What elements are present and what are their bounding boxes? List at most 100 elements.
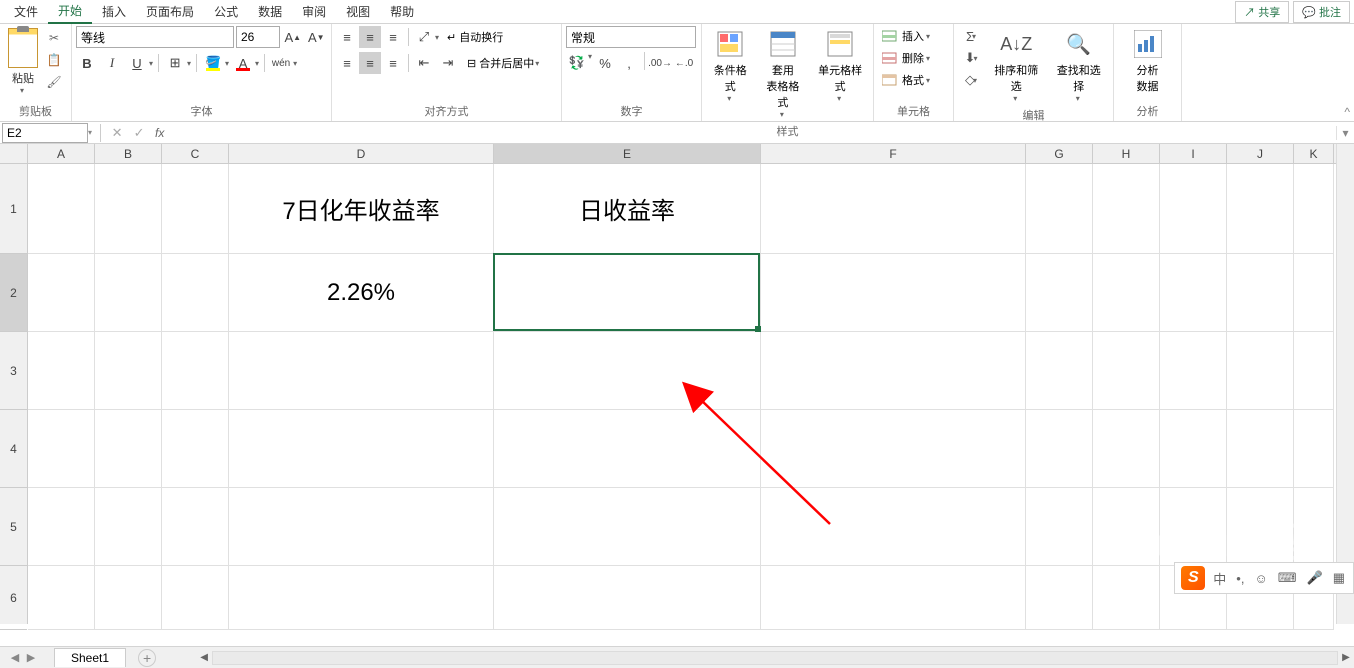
cell-G1[interactable] xyxy=(1026,164,1093,254)
orientation-button[interactable]: ⤢ xyxy=(413,26,435,48)
conditional-formatting-button[interactable]: 条件格式▾ xyxy=(706,26,755,105)
column-header-C[interactable]: C xyxy=(162,144,229,163)
cell-H1[interactable] xyxy=(1093,164,1160,254)
percent-format-button[interactable]: % xyxy=(594,52,616,74)
column-header-H[interactable]: H xyxy=(1093,144,1160,163)
italic-button[interactable]: I xyxy=(101,52,123,74)
align-left-button[interactable]: ≡ xyxy=(336,52,358,74)
cell-K3[interactable] xyxy=(1294,332,1334,410)
number-format-select[interactable] xyxy=(566,26,696,48)
menu-home[interactable]: 开始 xyxy=(48,0,92,24)
menu-review[interactable]: 审阅 xyxy=(292,0,336,23)
copy-button[interactable]: 📋 xyxy=(44,50,64,70)
column-header-F[interactable]: F xyxy=(761,144,1026,163)
comma-format-button[interactable]: , xyxy=(618,52,640,74)
column-header-G[interactable]: G xyxy=(1026,144,1093,163)
cell-E5[interactable] xyxy=(494,488,761,566)
confirm-formula-button[interactable]: ✓ xyxy=(129,124,149,142)
column-header-E[interactable]: E xyxy=(494,144,761,163)
row-header-4[interactable]: 4 xyxy=(0,410,27,488)
cell-styles-button[interactable]: 单元格样式▾ xyxy=(811,26,869,105)
cell-D4[interactable] xyxy=(229,410,494,488)
share-button[interactable]: ↗ 共享 xyxy=(1235,1,1289,23)
cell-F2[interactable] xyxy=(761,254,1026,332)
cell-F6[interactable] xyxy=(761,566,1026,630)
ime-toolbar[interactable]: S 中 •, ☺ ⌨ 🎤 ▦ xyxy=(1174,562,1354,594)
increase-fontsize-button[interactable]: A▲ xyxy=(282,26,304,48)
menu-data[interactable]: 数据 xyxy=(248,0,292,23)
font-name-select[interactable] xyxy=(76,26,234,48)
increase-decimal-button[interactable]: .00→ xyxy=(649,52,671,74)
column-header-J[interactable]: J xyxy=(1227,144,1294,163)
cell-B5[interactable] xyxy=(95,488,162,566)
ime-keyboard-button[interactable]: ⌨ xyxy=(1276,568,1299,588)
cell-B2[interactable] xyxy=(95,254,162,332)
phonetic-button[interactable]: wén xyxy=(270,52,292,74)
row-header-1[interactable]: 1 xyxy=(0,164,27,254)
cell-B6[interactable] xyxy=(95,566,162,630)
row-header-6[interactable]: 6 xyxy=(0,566,27,630)
name-box-dropdown-icon[interactable]: ▾ xyxy=(88,128,92,137)
phonetic-dropdown-icon[interactable]: ▾ xyxy=(293,59,297,68)
fill-color-dropdown-icon[interactable]: ▾ xyxy=(225,59,229,68)
borders-dropdown-icon[interactable]: ▾ xyxy=(187,59,191,68)
cell-J3[interactable] xyxy=(1227,332,1294,410)
cell-D1[interactable]: 7日化年收益率 xyxy=(229,164,494,254)
column-header-K[interactable]: K xyxy=(1294,144,1334,163)
name-box[interactable] xyxy=(2,123,88,143)
menu-help[interactable]: 帮助 xyxy=(380,0,424,23)
cell-H4[interactable] xyxy=(1093,410,1160,488)
cell-B4[interactable] xyxy=(95,410,162,488)
cell-D3[interactable] xyxy=(229,332,494,410)
select-all-button[interactable] xyxy=(0,144,28,164)
cell-E4[interactable] xyxy=(494,410,761,488)
insert-cells-button[interactable]: 插入 ▾ xyxy=(878,26,949,46)
hscroll-right-button[interactable]: ▶ xyxy=(1338,652,1354,663)
cell-G4[interactable] xyxy=(1026,410,1093,488)
add-sheet-button[interactable]: + xyxy=(138,649,156,667)
merge-center-button[interactable]: ⊟合并后居中 ▾ xyxy=(461,53,545,73)
table-format-button[interactable]: 套用 表格格式▾ xyxy=(759,26,808,121)
align-middle-button[interactable]: ≡ xyxy=(359,26,381,48)
sort-filter-button[interactable]: A↓Z 排序和筛选▾ xyxy=(986,26,1047,105)
menu-formulas[interactable]: 公式 xyxy=(204,0,248,23)
fx-label[interactable]: fx xyxy=(155,126,170,140)
decrease-decimal-button[interactable]: ←.0 xyxy=(673,52,695,74)
sheet-nav-prev-button[interactable]: ◀ xyxy=(8,651,22,664)
sheet-nav-next-button[interactable]: ▶ xyxy=(24,651,38,664)
align-top-button[interactable]: ≡ xyxy=(336,26,358,48)
cell-C1[interactable] xyxy=(162,164,229,254)
cell-I1[interactable] xyxy=(1160,164,1227,254)
cell-I3[interactable] xyxy=(1160,332,1227,410)
ime-punct-button[interactable]: •, xyxy=(1234,569,1246,588)
paste-dropdown-icon[interactable]: ▾ xyxy=(20,86,24,95)
align-bottom-button[interactable]: ≡ xyxy=(382,26,404,48)
cell-F1[interactable] xyxy=(761,164,1026,254)
menu-view[interactable]: 视图 xyxy=(336,0,380,23)
bold-button[interactable]: B xyxy=(76,52,98,74)
cell-J1[interactable] xyxy=(1227,164,1294,254)
decrease-indent-button[interactable]: ⇤ xyxy=(413,52,435,74)
format-painter-button[interactable]: 🖌 xyxy=(44,72,64,92)
cell-D2[interactable]: 2.26% xyxy=(229,254,494,332)
cell-G5[interactable] xyxy=(1026,488,1093,566)
wrap-text-button[interactable]: ↵自动换行 xyxy=(441,27,509,47)
sheet-tab-sheet1[interactable]: Sheet1 xyxy=(54,648,126,667)
column-header-A[interactable]: A xyxy=(28,144,95,163)
cell-C2[interactable] xyxy=(162,254,229,332)
cell-G2[interactable] xyxy=(1026,254,1093,332)
row-header-5[interactable]: 5 xyxy=(0,488,27,566)
cell-C4[interactable] xyxy=(162,410,229,488)
ime-zhong-button[interactable]: 中 xyxy=(1211,567,1228,590)
find-select-button[interactable]: 🔍 查找和选择▾ xyxy=(1049,26,1110,105)
increase-indent-button[interactable]: ⇥ xyxy=(437,52,459,74)
cell-H5[interactable] xyxy=(1093,488,1160,566)
cell-I4[interactable] xyxy=(1160,410,1227,488)
font-size-select[interactable] xyxy=(236,26,280,48)
vertical-scrollbar[interactable] xyxy=(1336,144,1354,624)
cell-K5[interactable] xyxy=(1294,488,1334,566)
cell-E1[interactable]: 日收益率 xyxy=(494,164,761,254)
underline-dropdown-icon[interactable]: ▾ xyxy=(149,59,153,68)
formula-bar-expand-button[interactable]: ▾ xyxy=(1336,126,1354,140)
cell-E6[interactable] xyxy=(494,566,761,630)
